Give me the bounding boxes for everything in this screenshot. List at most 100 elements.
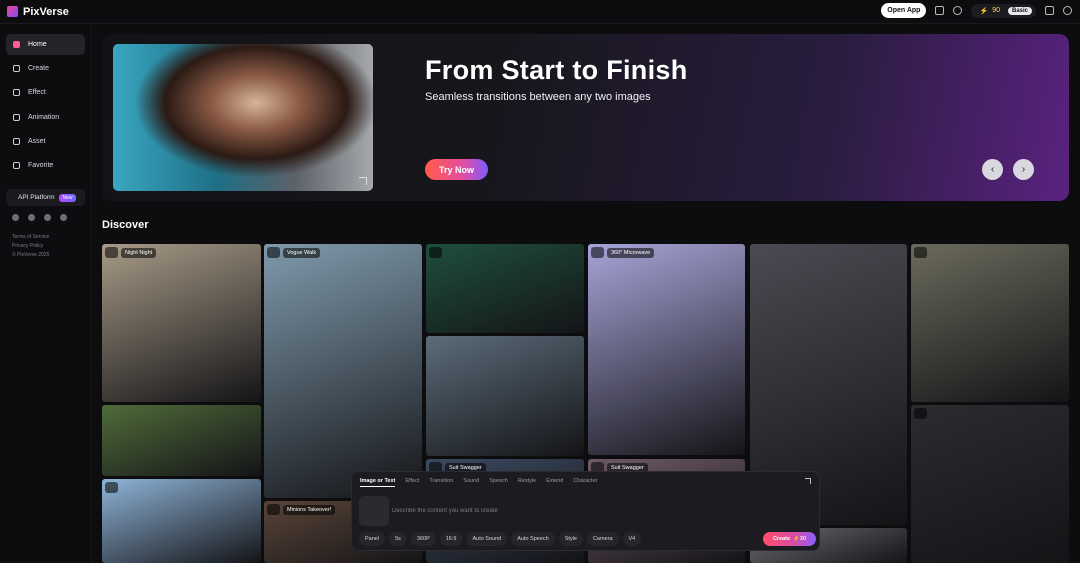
effect-tag: Vogue Walk [283, 247, 321, 258]
youtube-icon[interactable] [44, 214, 51, 221]
model-select[interactable]: V4 [622, 532, 642, 546]
copyright-text: © PixVerse 2025 [12, 252, 50, 258]
x-icon[interactable] [28, 214, 35, 221]
create-button[interactable]: Create ⚡30 [763, 532, 816, 546]
sidebar-item-label: Home [28, 41, 47, 48]
sidebar-item-label: Effect [28, 89, 46, 96]
sidebar-item-animation[interactable]: Animation [6, 107, 85, 128]
hero-subtitle: Seamless transitions between any two ima… [425, 91, 651, 103]
plan-badge: Basic [1007, 6, 1032, 15]
auto-speech-toggle[interactable]: Auto Speech [511, 532, 555, 546]
discord-icon[interactable] [60, 214, 67, 221]
camera-button[interactable]: Camera [586, 532, 619, 546]
prompt-input[interactable] [392, 508, 752, 514]
expand-composer-icon[interactable] [805, 478, 811, 484]
heart-icon [13, 114, 20, 121]
create-composer: Image or Text Effect Transition Sound Sp… [351, 471, 820, 551]
legal-links: Terms of Service Privacy Policy © PixVer… [12, 233, 49, 260]
new-badge: New [59, 193, 76, 202]
discover-tile[interactable] [911, 244, 1069, 402]
api-platform-button[interactable]: API Platform New [6, 189, 85, 206]
sound-icon[interactable] [105, 247, 118, 258]
composer-controls: Panel 5s 360P 16:9 Auto Sound Auto Speec… [359, 532, 642, 546]
top-bar: PixVerse Open App ⚡ 90 Basic [0, 0, 1080, 24]
auto-sound-toggle[interactable]: Auto Sound [466, 532, 508, 546]
user-icon[interactable] [1063, 6, 1072, 15]
style-button[interactable]: Style [558, 532, 583, 546]
discover-tile[interactable] [426, 336, 584, 456]
discover-tile[interactable] [102, 479, 261, 563]
sound-icon[interactable] [105, 482, 118, 493]
tab-effect[interactable]: Effect [405, 478, 419, 487]
terms-link[interactable]: Terms of Service [12, 233, 49, 242]
discover-tile[interactable]: Vogue Walk [264, 244, 422, 498]
open-app-button[interactable]: Open App [881, 3, 927, 18]
help-icon[interactable] [953, 6, 963, 15]
credits-badge[interactable]: ⚡ 90 Basic [971, 3, 1036, 18]
lightning-icon: ⚡ [979, 7, 989, 15]
expand-icon[interactable] [359, 177, 367, 185]
sidebar-item-label: Create [28, 65, 50, 72]
aspect-ratio-select[interactable]: 16:9 [439, 532, 463, 546]
folder-icon [13, 138, 20, 145]
tab-character[interactable]: Character [573, 478, 597, 487]
api-platform-label: API Platform [18, 194, 55, 201]
tab-image-or-text[interactable]: Image or Text [360, 478, 396, 487]
sound-icon[interactable] [267, 504, 280, 515]
hero-title: From Start to Finish [425, 55, 688, 85]
logo[interactable]: PixVerse [7, 6, 69, 18]
sound-icon[interactable] [267, 247, 280, 258]
sound-icon[interactable] [914, 247, 927, 258]
tab-transition[interactable]: Transition [429, 478, 453, 487]
layout-icon[interactable] [935, 6, 945, 15]
sound-icon[interactable] [591, 247, 604, 258]
sidebar-item-asset[interactable]: Asset [6, 131, 85, 152]
social-links [12, 214, 67, 221]
discover-tile[interactable] [911, 405, 1069, 563]
try-now-button[interactable]: Try Now [425, 159, 488, 180]
tab-speech[interactable]: Speech [489, 478, 508, 487]
sidebar-item-create[interactable]: Create [6, 58, 85, 79]
sound-icon[interactable] [429, 247, 442, 258]
hero-banner: From Start to Finish Seamless transition… [102, 34, 1069, 201]
tab-restyle[interactable]: Restyle [518, 478, 536, 487]
quality-select[interactable]: 360P [410, 532, 436, 546]
discover-tile[interactable]: Night Night [102, 244, 261, 402]
sidebar: Home Create Effect Animation Asset Favor… [0, 24, 92, 563]
effect-tag: Minions Takeover! [283, 504, 336, 515]
sidebar-item-label: Favorite [28, 162, 54, 169]
discover-tile[interactable]: 360° Microwave [588, 244, 745, 455]
image-upload-button[interactable] [359, 496, 389, 526]
app-name: PixVerse [23, 5, 69, 18]
effect-tag: Night Night [121, 247, 157, 258]
duration-select[interactable]: 5s [389, 532, 407, 546]
credits-count: 90 [992, 7, 1000, 14]
tab-sound[interactable]: Sound [463, 478, 479, 487]
video-icon [13, 65, 20, 72]
home-icon [13, 41, 20, 48]
create-label: Create [772, 536, 791, 542]
hero-image[interactable] [113, 44, 373, 191]
tiktok-icon[interactable] [12, 214, 19, 221]
tab-extend[interactable]: Extend [546, 478, 563, 487]
heart-outline-icon [13, 162, 20, 169]
discover-tile[interactable] [102, 405, 261, 476]
sidebar-item-effect[interactable]: Effect [6, 82, 85, 103]
sidebar-item-home[interactable]: Home [6, 34, 85, 55]
sidebar-item-label: Animation [28, 114, 60, 121]
download-icon[interactable] [1045, 6, 1054, 15]
composer-tabs: Image or Text Effect Transition Sound Sp… [360, 478, 597, 487]
panel-button[interactable]: Panel [359, 532, 386, 546]
sidebar-item-label: Asset [28, 138, 46, 145]
carousel-next-button[interactable]: › [1013, 159, 1034, 180]
sound-icon[interactable] [914, 408, 927, 419]
create-cost: ⚡30 [793, 536, 807, 542]
effect-tag: 360° Microwave [607, 247, 655, 258]
sidebar-item-favorite[interactable]: Favorite [6, 155, 85, 176]
discover-title: Discover [102, 219, 149, 231]
discover-tile[interactable] [426, 244, 584, 333]
privacy-link[interactable]: Privacy Policy [12, 242, 49, 251]
carousel-prev-button[interactable]: ‹ [982, 159, 1003, 180]
sparkle-icon [13, 89, 20, 96]
pixverse-logo-icon [7, 6, 18, 17]
